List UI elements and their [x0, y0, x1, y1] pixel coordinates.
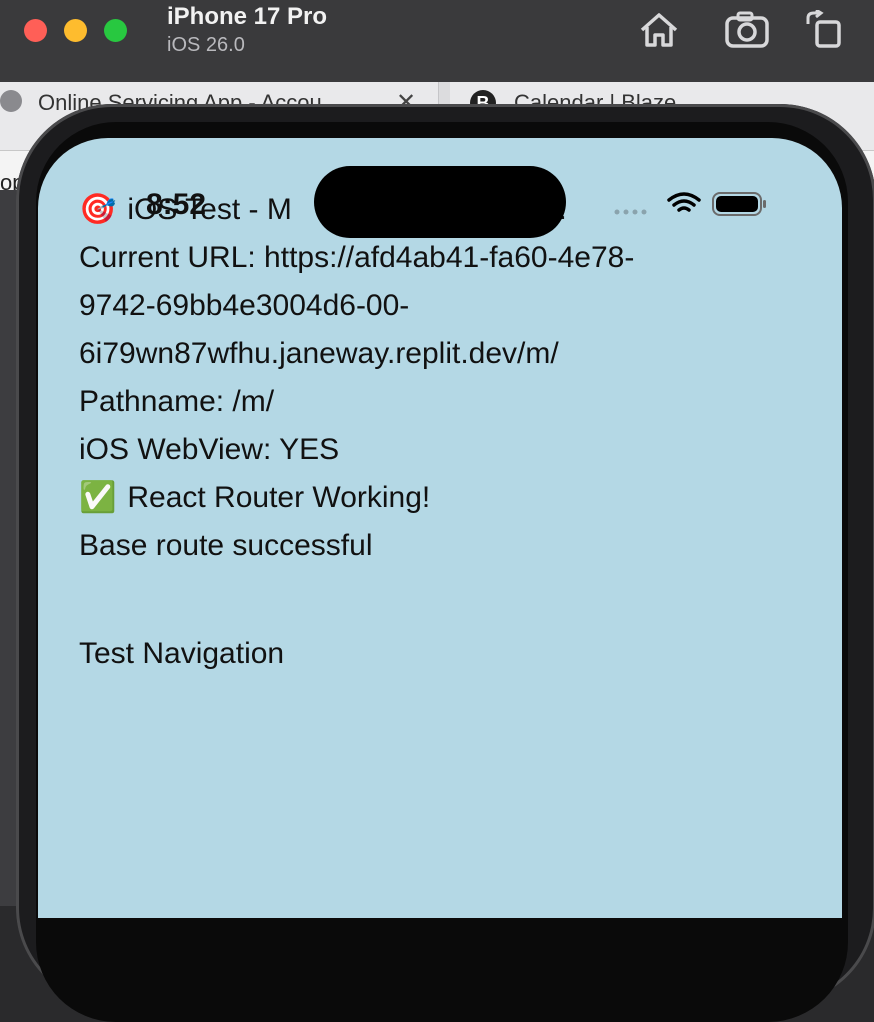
simulator-titlebar: iPhone 17 Pro iOS 26.0 — [0, 0, 874, 82]
target-icon: 🎯 — [79, 193, 117, 226]
pathname-text: Pathname: /m/ — [79, 385, 275, 418]
device-name: iPhone 17 Pro — [167, 3, 328, 30]
home-icon[interactable] — [638, 10, 680, 50]
status-bar-time: 8:52 — [146, 188, 207, 221]
zoom-window-button[interactable] — [104, 19, 127, 42]
dynamic-island — [314, 166, 566, 238]
screenshot-icon[interactable] — [724, 10, 770, 50]
router-status: ✅ React Router Working! — [79, 474, 779, 522]
phone-screen: 🎯 iOS Test - Mg! Current URL: https://af… — [38, 138, 842, 918]
cellular-signal-icon — [614, 209, 647, 215]
rotate-icon[interactable] — [804, 10, 844, 50]
current-url-line-3: 6i79wn87wfhu.janeway.replit.dev/m/ — [79, 337, 559, 370]
os-version: iOS 26.0 — [167, 34, 245, 56]
status-bar-icons — [614, 188, 814, 225]
webview-status-text: iOS WebView: YES — [79, 433, 340, 466]
current-url-line-2: 9742-69bb4e3004d6-00- — [79, 289, 410, 322]
page-content: 🎯 iOS Test - Mg! Current URL: https://af… — [79, 186, 779, 678]
globe-icon — [0, 90, 22, 112]
check-mark-icon: ✅ — [79, 481, 117, 514]
minimize-window-button[interactable] — [64, 19, 87, 42]
current-url-line-1: Current URL: https://afd4ab41-fa60-4e78- — [79, 241, 635, 274]
base-route-text: Base route successful — [79, 529, 373, 562]
router-status-text: React Router Working! — [127, 481, 431, 514]
test-navigation-heading: Test Navigation — [79, 637, 285, 670]
close-window-button[interactable] — [24, 19, 47, 42]
wifi-icon — [667, 192, 701, 212]
battery-icon — [712, 192, 766, 216]
